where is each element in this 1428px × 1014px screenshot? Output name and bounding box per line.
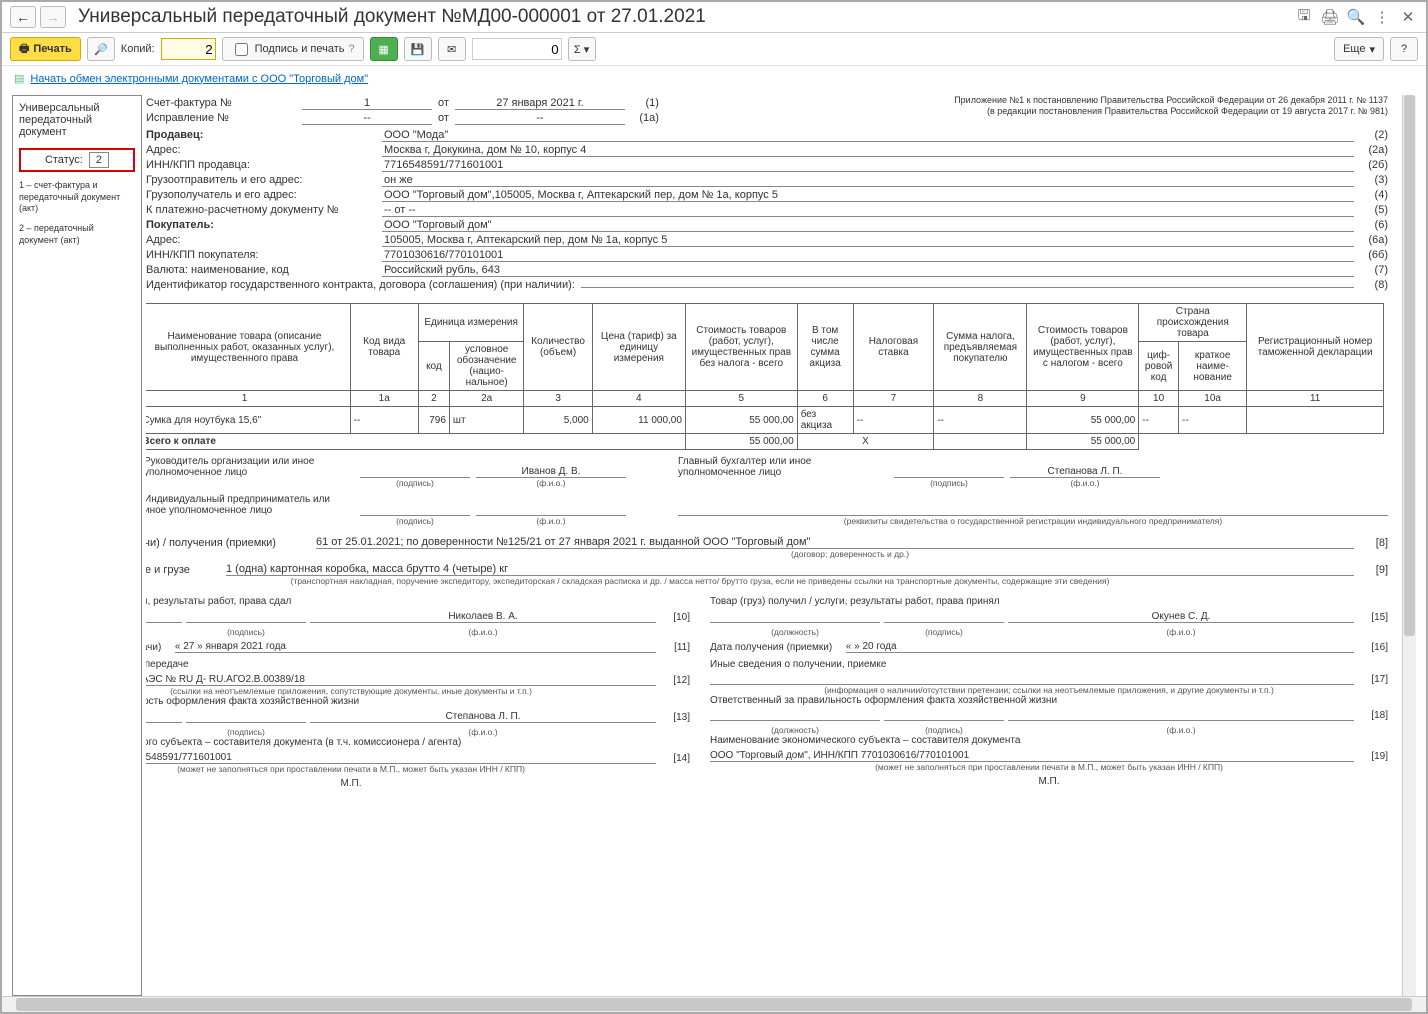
sign-print-button[interactable]: Подпись и печать ? xyxy=(222,37,364,61)
copies-input[interactable] xyxy=(161,38,216,60)
excel-icon[interactable]: ▦ xyxy=(370,37,398,61)
back-button[interactable]: ← xyxy=(10,6,36,28)
items-table: № п/п Код товара/ работ, услуг Наименова… xyxy=(146,303,1384,450)
edf-icon: ▤ xyxy=(14,72,24,85)
window-title: Универсальный передаточный документ №МД0… xyxy=(78,6,1294,28)
forward-button[interactable]: → xyxy=(40,6,66,28)
table-row: 1Сумка для ноутбука 15,6"--796шт5,00011 … xyxy=(146,407,1384,434)
email-icon[interactable]: ✉ xyxy=(438,37,466,61)
print-icon[interactable]: 🖨 xyxy=(1320,7,1340,27)
help-button[interactable]: ? xyxy=(1390,37,1418,61)
horizontal-scrollbar[interactable] xyxy=(2,996,1426,1012)
document-area: Счет-фактура №1от27 января 2021 г.(1) Ис… xyxy=(146,95,1402,996)
vertical-scrollbar[interactable] xyxy=(1402,95,1416,996)
linkbar: ▤ Начать обмен электронными документами … xyxy=(2,66,1426,91)
status-box: Статус: 2 xyxy=(19,148,135,172)
preview-icon[interactable]: 🔍 xyxy=(1346,7,1366,27)
sign-print-checkbox[interactable] xyxy=(235,43,248,56)
titlebar: ← → Универсальный передаточный документ … xyxy=(2,2,1426,33)
toolbar: 🖶 Печать 🔎 Копий: Подпись и печать ? ▦ 💾… xyxy=(2,33,1426,66)
page-setup-button[interactable]: 🔎 xyxy=(87,37,115,61)
menu-icon[interactable]: ⋮ xyxy=(1372,7,1392,27)
save-file-icon[interactable]: 💾 xyxy=(404,37,432,61)
zero-input[interactable] xyxy=(472,38,562,60)
save-icon[interactable]: 🖫 xyxy=(1294,7,1314,27)
print-button[interactable]: 🖶 Печать xyxy=(10,37,81,61)
close-icon[interactable]: ✕ xyxy=(1398,7,1418,27)
sigma-icon[interactable]: Σ ▾ xyxy=(568,37,596,61)
start-edf-link[interactable]: Начать обмен электронными документами с … xyxy=(30,73,368,85)
copies-label: Копий: xyxy=(121,43,155,55)
more-button[interactable]: Еще ▾ xyxy=(1334,37,1384,61)
side-panel: Универсальный передаточный документ Стат… xyxy=(12,95,142,996)
